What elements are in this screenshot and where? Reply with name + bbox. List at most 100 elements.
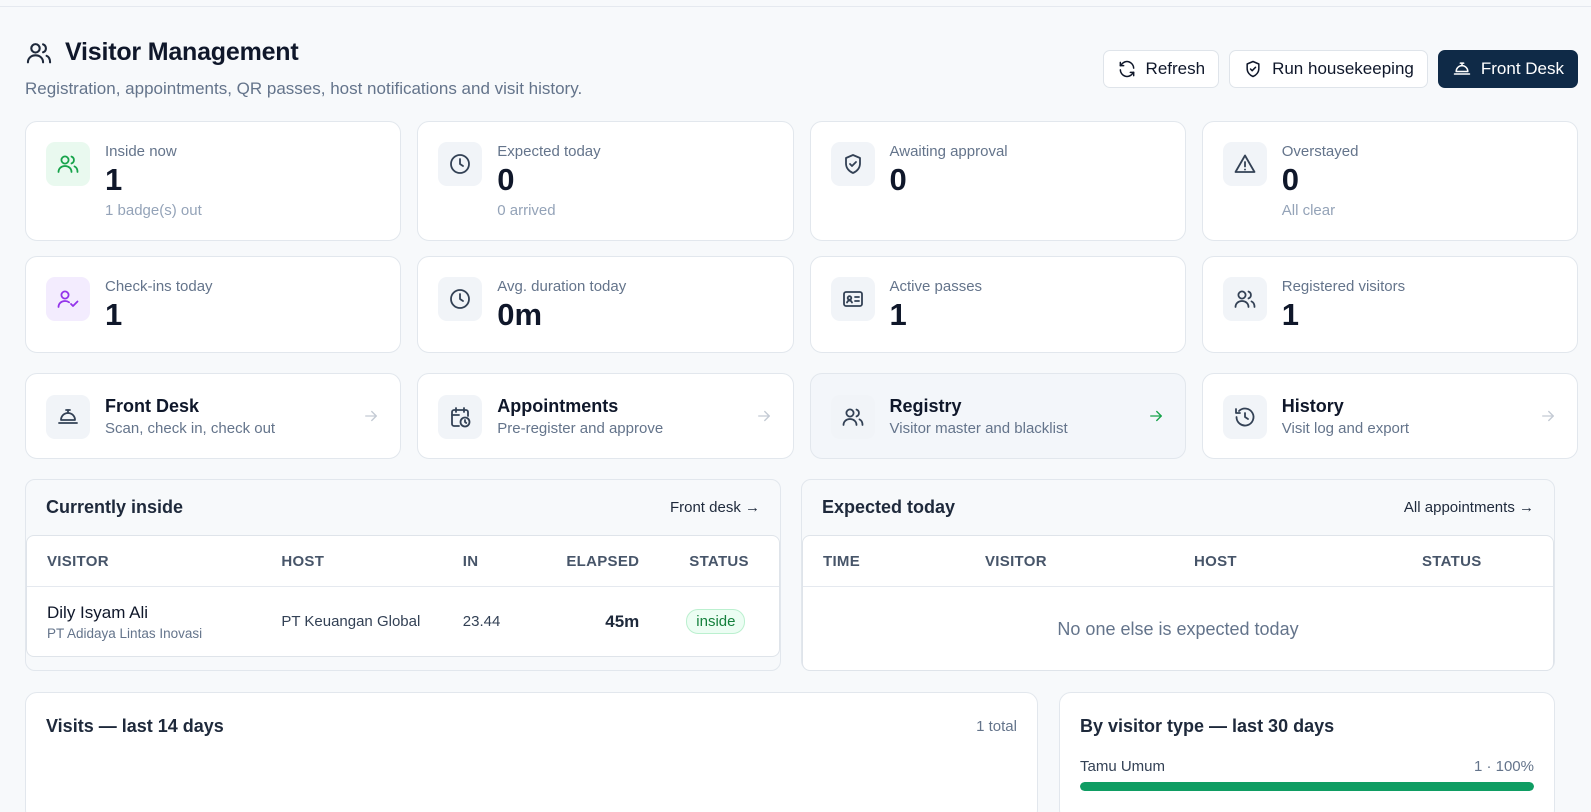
stat-card-check-ins-today: Check-ins today 1	[25, 256, 402, 353]
refresh-icon	[1117, 59, 1137, 79]
visits-total: 1 total	[976, 718, 1017, 735]
col-status: STATUS	[689, 552, 749, 570]
nav-subtitle: Visitor master and blacklist	[889, 420, 1068, 437]
stat-sub: All clear	[1281, 201, 1336, 219]
stat-card-overstayed: Overstayed 0 All clear	[1201, 121, 1578, 241]
nav-title: History	[1281, 396, 1344, 416]
calendar-clock-icon	[438, 395, 483, 439]
panel-title: Expected today	[822, 497, 956, 517]
stat-label: Expected today	[497, 143, 601, 160]
front-desk-link[interactable]: Front desk →	[670, 499, 760, 516]
stat-value: 1	[105, 297, 123, 332]
page-title: Visitor Management	[65, 38, 299, 66]
col-visitor: VISITOR	[985, 552, 1047, 570]
refresh-button[interactable]: Refresh	[1102, 50, 1220, 88]
stat-card-active-passes: Active passes 1	[809, 256, 1186, 353]
check-in-time: 23.44	[462, 613, 501, 630]
users-icon	[25, 39, 53, 67]
col-visitor: VISITOR	[47, 552, 109, 570]
page-header: Visitor Management Registration, appoint…	[25, 38, 1578, 102]
currently-inside-panel: Currently inside Front desk → VISITOR HO…	[25, 479, 781, 671]
users-icon	[830, 395, 875, 439]
stat-label: Overstayed	[1281, 143, 1359, 160]
stat-label: Awaiting approval	[889, 143, 1008, 160]
stat-sub: 0 arrived	[497, 201, 556, 219]
stat-label: Check-ins today	[105, 278, 213, 295]
type-item: Tamu Umum 1 · 100%	[1080, 758, 1534, 791]
panel-title: Currently inside	[46, 497, 184, 517]
arrow-right-icon	[362, 407, 380, 425]
shield-check-icon	[1243, 59, 1263, 79]
table-header: VISITOR HOST IN ELAPSED STATUS	[27, 536, 779, 587]
clock-icon	[438, 142, 483, 186]
col-status: STATUS	[1422, 552, 1482, 570]
users-icon	[46, 142, 90, 186]
visitor-type-card: By visitor type — last 30 days Tamu Umum…	[1059, 692, 1555, 812]
elapsed-time: 45m	[605, 611, 640, 631]
host-name: PT Keuangan Global	[281, 613, 421, 630]
nav-card-registry[interactable]: Registry Visitor master and blacklist	[809, 373, 1186, 459]
stat-value: 1	[1281, 297, 1299, 332]
id-card-icon	[830, 277, 875, 321]
stat-value: 1	[105, 162, 123, 197]
arrow-right-icon	[1147, 407, 1165, 425]
user-check-icon	[46, 277, 90, 321]
arrow-right-icon	[755, 407, 773, 425]
nav-card-history[interactable]: History Visit log and export	[1201, 373, 1578, 459]
type-bar-fill	[1080, 782, 1534, 791]
all-appointments-link[interactable]: All appointments →	[1404, 499, 1534, 516]
stat-card-expected-today: Expected today 0 0 arrived	[417, 121, 794, 241]
nav-subtitle: Visit log and export	[1281, 420, 1410, 437]
empty-state: No one else is expected today	[1057, 618, 1299, 639]
inside-table: VISITOR HOST IN ELAPSED STATUS Dily Isya…	[26, 535, 780, 657]
stat-card-registered-visitors: Registered visitors 1	[1201, 256, 1578, 353]
type-value: 1 · 100%	[1473, 758, 1534, 775]
run-housekeeping-button[interactable]: Run housekeeping	[1229, 50, 1428, 88]
stat-value: 0	[889, 162, 907, 197]
nav-card-front-desk[interactable]: Front Desk Scan, check in, check out	[25, 373, 402, 459]
arrow-right-icon	[1539, 407, 1557, 425]
type-name: Tamu Umum	[1080, 758, 1166, 775]
stat-card-awaiting-approval: Awaiting approval 0	[809, 121, 1186, 241]
front-desk-label: Front Desk	[1480, 59, 1564, 78]
type-bar-track	[1080, 782, 1534, 791]
concierge-bell-icon	[46, 395, 90, 439]
nav-subtitle: Scan, check in, check out	[105, 420, 276, 437]
stats-row-secondary: Check-ins today 1 Avg. duration today 0m…	[25, 256, 1578, 353]
col-elapsed: ELAPSED	[566, 552, 640, 570]
nav-title: Front Desk	[105, 396, 200, 416]
visits-14-days-card: Visits — last 14 days 1 total	[25, 692, 1038, 812]
shield-check-icon	[830, 142, 875, 186]
nav-card-appointments[interactable]: Appointments Pre-register and approve	[417, 373, 794, 459]
stat-label: Active passes	[889, 278, 983, 295]
col-in: IN	[462, 552, 479, 570]
nav-subtitle: Pre-register and approve	[497, 420, 664, 437]
concierge-bell-icon	[1452, 59, 1472, 79]
expected-table: TIME VISITOR HOST STATUS No one else is …	[802, 535, 1554, 671]
nav-title: Appointments	[497, 396, 619, 416]
refresh-label: Refresh	[1145, 59, 1206, 78]
col-host: HOST	[1194, 552, 1237, 570]
stat-value: 0	[1281, 162, 1299, 197]
run-housekeeping-label: Run housekeeping	[1272, 59, 1414, 78]
table-row[interactable]: Dily Isyam Ali PT Adidaya Lintas Inovasi…	[27, 587, 779, 656]
card-title: By visitor type — last 30 days	[1080, 716, 1335, 736]
clock-icon	[438, 277, 483, 321]
top-divider	[0, 6, 1591, 7]
visitor-company: PT Adidaya Lintas Inovasi	[47, 625, 203, 641]
stat-label: Inside now	[105, 143, 177, 160]
header-actions: Refresh Run housekeeping Front Desk	[1102, 50, 1578, 88]
stat-label: Avg. duration today	[497, 278, 627, 295]
stats-row-primary: Inside now 1 1 badge(s) out Expected tod…	[25, 121, 1578, 241]
history-icon	[1222, 395, 1267, 439]
stat-sub: 1 badge(s) out	[105, 201, 202, 219]
table-header: TIME VISITOR HOST STATUS	[803, 536, 1553, 587]
stat-value: 0	[497, 162, 515, 197]
quick-nav: Front Desk Scan, check in, check out App…	[25, 373, 1578, 459]
front-desk-button[interactable]: Front Desk	[1437, 50, 1578, 88]
stat-card-inside-now: Inside now 1 1 badge(s) out	[25, 121, 402, 241]
stat-value: 1	[889, 297, 907, 332]
stat-label: Registered visitors	[1281, 278, 1406, 295]
warning-icon	[1222, 142, 1267, 186]
stat-card-avg-duration: Avg. duration today 0m	[417, 256, 794, 353]
